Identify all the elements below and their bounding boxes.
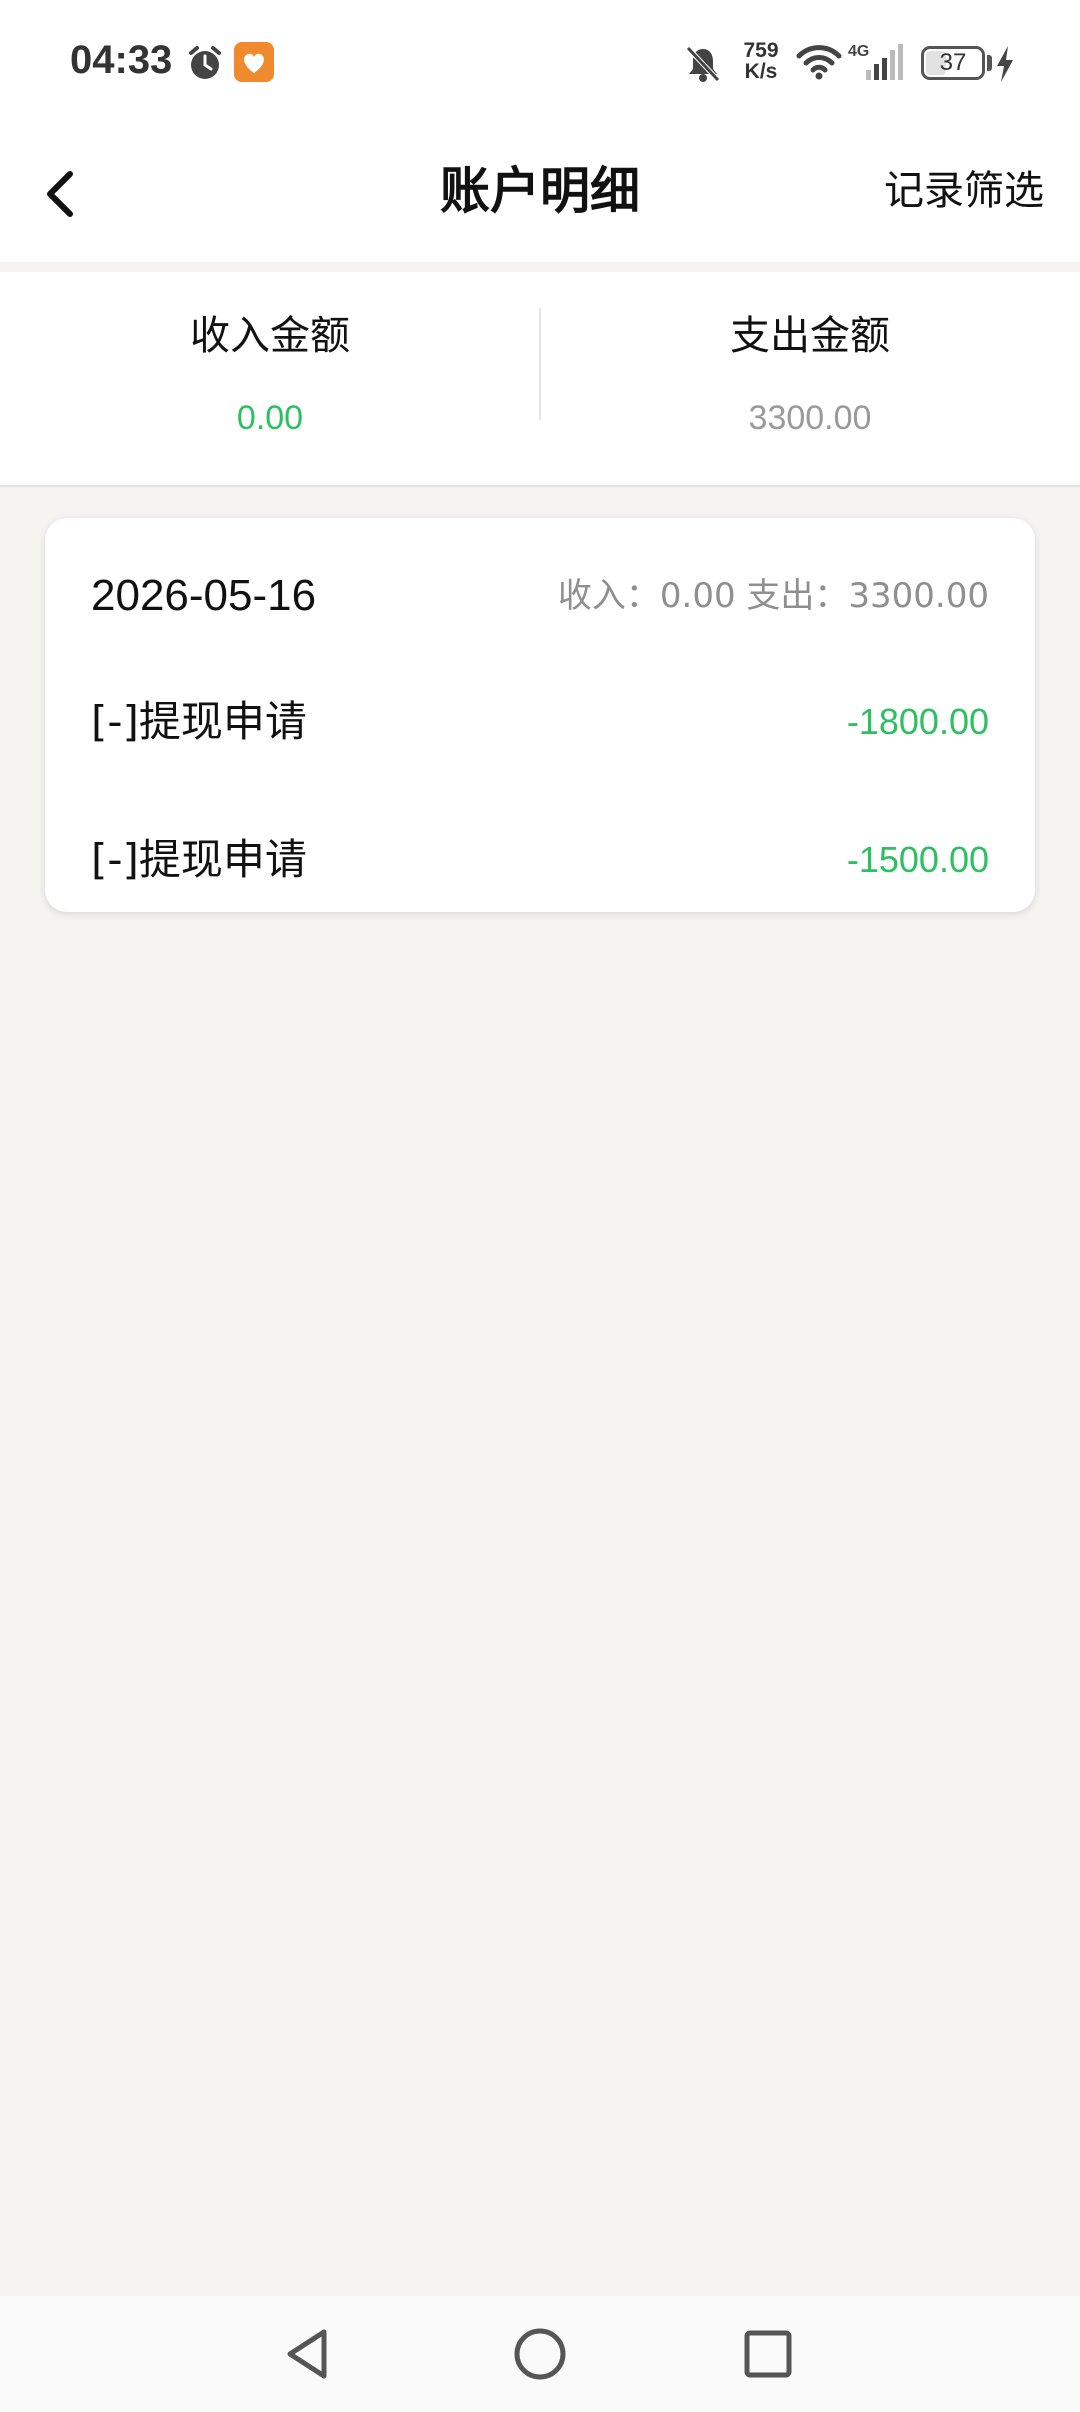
signal-icon: 4G [848, 43, 903, 80]
nav-back-button[interactable] [272, 2318, 344, 2390]
income-value: 0.00 [236, 399, 304, 437]
income-summary: 收入金额 0.00 [0, 272, 540, 487]
network-speed-value: 759 [743, 39, 779, 62]
record-date: 2026-05-16 [91, 571, 317, 620]
top-nav-bar: 账户明细 记录筛选 [0, 128, 1080, 262]
nav-recents-button[interactable] [732, 2318, 804, 2390]
nav-home-icon [514, 2328, 566, 2380]
transaction-amount: -1500.00 [846, 839, 989, 880]
nav-back-icon [287, 2329, 327, 2379]
app-notification-icon [234, 42, 274, 82]
list-item[interactable]: [-]提现申请 -1800.00 [91, 672, 989, 772]
balance-summary: 收入金额 0.00 支出金额 3300.00 [0, 272, 1080, 487]
income-label: 收入金额 [190, 313, 350, 359]
list-item[interactable]: [-]提现申请 -1500.00 [91, 810, 989, 910]
wifi-icon [796, 45, 842, 80]
network-speed-unit: K/s [744, 60, 778, 83]
expense-value: 3300.00 [748, 399, 872, 437]
charging-bolt-icon [997, 46, 1013, 82]
battery-level: 37 [939, 49, 967, 76]
network-type-label: 4G [848, 43, 869, 60]
expense-summary: 支出金额 3300.00 [540, 272, 1080, 487]
bell-muted-icon [686, 46, 720, 82]
record-filter-button[interactable]: 记录筛选 [884, 161, 1044, 221]
transaction-title: [-]提现申请 [91, 835, 307, 884]
nav-home-button[interactable] [504, 2318, 576, 2390]
expense-label: 支出金额 [730, 313, 890, 359]
transaction-amount: -1800.00 [846, 701, 989, 742]
status-bar: 04:33 759 K/s 4G 37 [0, 0, 1080, 128]
status-time: 04:33 [70, 38, 173, 82]
transaction-title: [-]提现申请 [91, 697, 307, 746]
alarm-icon [189, 46, 221, 79]
daily-records-card: 2026-05-16 收入：0.00 支出：3300.00 [-]提现申请 -1… [45, 518, 1035, 912]
system-nav-bar [0, 2296, 1080, 2412]
network-speed: 759 K/s [737, 40, 785, 82]
nav-recents-icon [744, 2330, 792, 2378]
record-day-totals: 收入：0.00 支出：3300.00 [557, 576, 989, 616]
battery-terminal [987, 55, 992, 71]
battery-icon: 37 [921, 46, 985, 80]
